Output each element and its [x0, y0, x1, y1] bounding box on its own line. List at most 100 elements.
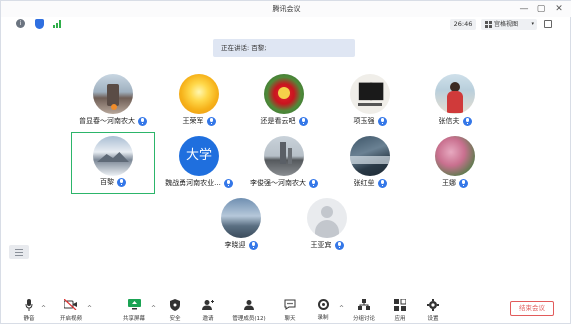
avatar	[93, 74, 133, 114]
share-screen-label: 共享屏幕	[122, 316, 145, 322]
mic-icon	[206, 116, 216, 126]
maximize-button[interactable]: ▢	[534, 2, 548, 16]
avatar	[435, 136, 475, 176]
participant-name: 王荣军	[182, 117, 204, 125]
apps-icon	[391, 298, 409, 311]
start-video-label: 开启视频	[59, 316, 82, 322]
settings-button[interactable]: 设置	[424, 299, 442, 322]
mic-icon	[248, 240, 258, 250]
share-screen-icon	[119, 299, 149, 311]
participant-tile[interactable]: 李晓迎	[199, 194, 283, 256]
participant-name: 项玉强	[353, 117, 375, 125]
shield-icon	[165, 299, 185, 311]
apps-label: 应用	[394, 316, 406, 322]
participant-tile[interactable]: 还是看云吧	[242, 70, 326, 132]
apps-button[interactable]: 应用	[391, 298, 409, 322]
chevron-up-icon[interactable]: ^	[41, 305, 46, 312]
chat-button[interactable]: 聊天	[281, 299, 299, 322]
mic-icon	[309, 178, 318, 188]
avatar: 大学	[179, 136, 219, 176]
mic-icon	[377, 178, 387, 188]
participant-name: 张红垒	[353, 179, 375, 187]
meeting-window: 腾讯会议 — ▢ ✕ i 26:46 宫格视图 ▾ 正在讲话: 百黎; 曾显春～…	[0, 0, 571, 324]
record-label: 录制	[317, 315, 329, 321]
view-mode-button[interactable]: 宫格视图 ▾	[481, 19, 537, 30]
start-video-button[interactable]: 开启视频	[56, 298, 86, 322]
mic-icon	[462, 116, 472, 126]
end-meeting-button[interactable]: 结束会议	[510, 301, 554, 316]
breakout-label: 分组讨论	[352, 316, 375, 322]
mic-icon	[138, 116, 147, 126]
participant-name: 李俊强～河南农大	[250, 179, 306, 187]
participant-tile-active[interactable]: 百黎	[71, 132, 155, 194]
shield-icon[interactable]	[35, 19, 44, 29]
chevron-down-icon: ▾	[531, 21, 534, 27]
participant-tile[interactable]: 张红垒	[328, 132, 412, 194]
minimize-button[interactable]: —	[517, 2, 531, 16]
chevron-up-icon[interactable]: ^	[339, 305, 344, 312]
meeting-status-bar: i 26:46 宫格视图 ▾	[1, 17, 571, 32]
members-icon	[229, 299, 269, 311]
side-panel-toggle[interactable]	[9, 245, 29, 259]
gear-icon	[424, 299, 442, 311]
invite-label: 邀请	[202, 316, 214, 322]
speaking-indicator: 正在讲话: 百黎;	[213, 39, 355, 57]
record-icon	[317, 299, 329, 310]
invite-button[interactable]: 邀请	[198, 299, 218, 322]
participant-name: 魏战勇河南农业...	[165, 179, 221, 187]
avatar	[264, 74, 304, 114]
manage-members-button[interactable]: 管理成员(12)	[229, 299, 269, 322]
close-button[interactable]: ✕	[552, 2, 566, 16]
chat-label: 聊天	[284, 316, 296, 322]
participant-name: 曾显春～河南农大	[79, 117, 135, 125]
chevron-up-icon[interactable]: ^	[151, 305, 156, 312]
participant-tile[interactable]: 张信夫	[413, 70, 497, 132]
signal-icon[interactable]	[53, 20, 61, 28]
avatar	[221, 198, 261, 238]
avatar	[435, 74, 475, 114]
chat-icon	[281, 299, 299, 311]
participant-tile[interactable]: 王娜	[413, 132, 497, 194]
record-button[interactable]: 录制	[314, 299, 332, 321]
avatar: ▇▇	[350, 74, 390, 114]
participant-tile[interactable]: 大学 魏战勇河南农业...	[157, 132, 241, 194]
participant-tile[interactable]: ▇▇ 项玉强	[328, 70, 412, 132]
participant-tile[interactable]: 李俊强～河南农大	[242, 132, 326, 194]
mic-icon	[117, 177, 126, 187]
mic-icon	[459, 178, 468, 188]
mic-icon	[334, 240, 344, 250]
window-title: 腾讯会议	[272, 5, 301, 13]
participant-tile[interactable]: 王亚宾	[285, 194, 369, 256]
breakout-icon	[350, 299, 378, 311]
settings-label: 设置	[427, 316, 439, 322]
participant-name: 王娜	[442, 179, 456, 187]
mute-label: 静音	[23, 316, 35, 322]
info-icon[interactable]: i	[16, 19, 25, 28]
share-screen-button[interactable]: 共享屏幕	[119, 299, 149, 322]
mic-icon	[298, 116, 308, 126]
title-bar: 腾讯会议 — ▢ ✕	[1, 1, 571, 17]
participant-name: 百黎	[100, 178, 114, 186]
avatar	[350, 136, 390, 176]
grid-view-icon	[485, 21, 492, 28]
participant-tile[interactable]: 曾显春～河南农大	[71, 70, 155, 132]
participant-name: 王亚宾	[310, 241, 332, 249]
microphone-icon	[18, 299, 40, 311]
participant-name: 张信夫	[438, 117, 460, 125]
participant-name: 李晓迎	[224, 241, 246, 249]
security-label: 安全	[169, 316, 181, 322]
participant-tile[interactable]: 王荣军	[157, 70, 241, 132]
breakout-button[interactable]: 分组讨论	[350, 299, 378, 322]
manage-members-label: 管理成员(12)	[232, 316, 266, 322]
mic-icon	[223, 178, 233, 188]
mute-button[interactable]: 静音	[18, 299, 40, 322]
chevron-up-icon[interactable]: ^	[87, 305, 92, 312]
avatar	[307, 198, 347, 238]
avatar	[179, 74, 219, 114]
view-mode-label: 宫格视图	[494, 21, 519, 28]
add-user-icon	[198, 299, 218, 311]
fullscreen-icon[interactable]	[544, 20, 552, 28]
security-button[interactable]: 安全	[165, 299, 185, 322]
mic-icon	[377, 116, 387, 126]
avatar	[93, 136, 133, 176]
